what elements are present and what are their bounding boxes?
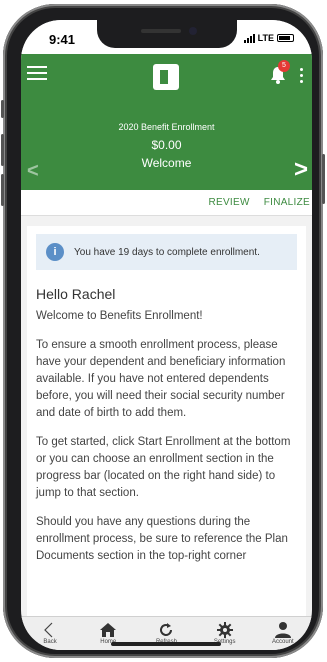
next-section-icon[interactable]: > (294, 156, 308, 184)
page-title: Welcome (141, 156, 192, 170)
volume-down-button (1, 174, 4, 206)
action-bar: REVIEW FINALIZE (21, 190, 312, 216)
back-icon (44, 622, 53, 638)
greeting: Hello Rachel (36, 286, 116, 302)
info-icon: i (46, 243, 64, 261)
power-button (322, 154, 325, 204)
instructions-paragraph: To ensure a smooth enrollment process, p… (36, 339, 286, 419)
refresh-icon (160, 623, 173, 636)
volume-up-button (1, 134, 4, 166)
notification-badge: 5 (278, 60, 290, 72)
getting-started-paragraph: To get started, click Start Enrollment a… (36, 436, 291, 499)
questions-paragraph: Should you have any questions during the… (36, 516, 288, 562)
signal-icon (243, 33, 255, 43)
phone-screen: 9:41 LTE 5 2020 Benefit Enrollment $0.00… (21, 20, 312, 650)
tab-home[interactable]: Home (83, 617, 133, 645)
carrier-label: LTE (257, 33, 274, 43)
menu-icon[interactable] (27, 66, 47, 80)
app-logo (153, 64, 179, 90)
enrollment-amount: $0.00 (151, 138, 182, 152)
gear-icon (216, 622, 233, 638)
more-options-icon[interactable] (300, 68, 304, 86)
info-banner: i You have 19 days to complete enrollmen… (36, 234, 297, 270)
tab-label: Back (43, 639, 57, 645)
content-card: i You have 19 days to complete enrollmen… (27, 226, 306, 616)
phone-frame: 9:41 LTE 5 2020 Benefit Enrollment $0.00… (1, 4, 325, 658)
app-header: 5 2020 Benefit Enrollment $0.00 Welcome … (21, 54, 312, 190)
previous-section-icon[interactable]: < (27, 160, 39, 183)
battery-icon (277, 34, 294, 42)
tab-settings[interactable]: Settings (200, 617, 250, 645)
tab-account[interactable]: Account (258, 617, 308, 645)
info-message: You have 19 days to complete enrollment. (74, 246, 260, 258)
enrollment-subtitle: 2020 Benefit Enrollment (118, 122, 215, 132)
review-button[interactable]: REVIEW (208, 197, 249, 208)
status-time: 9:41 (49, 32, 76, 47)
welcome-text: Welcome to Benefits Enrollment! (36, 310, 203, 322)
tab-refresh[interactable]: Refresh (141, 617, 191, 645)
finalize-button[interactable]: FINALIZE (264, 197, 310, 208)
notch (97, 20, 237, 48)
front-camera (189, 27, 197, 35)
user-icon (274, 622, 291, 638)
home-indicator (111, 642, 221, 646)
tab-label: Account (272, 639, 294, 645)
home-icon (100, 623, 117, 637)
status-indicators: LTE (243, 33, 294, 43)
speaker (141, 29, 181, 33)
tab-back[interactable]: Back (25, 617, 75, 645)
mute-switch (1, 100, 4, 118)
